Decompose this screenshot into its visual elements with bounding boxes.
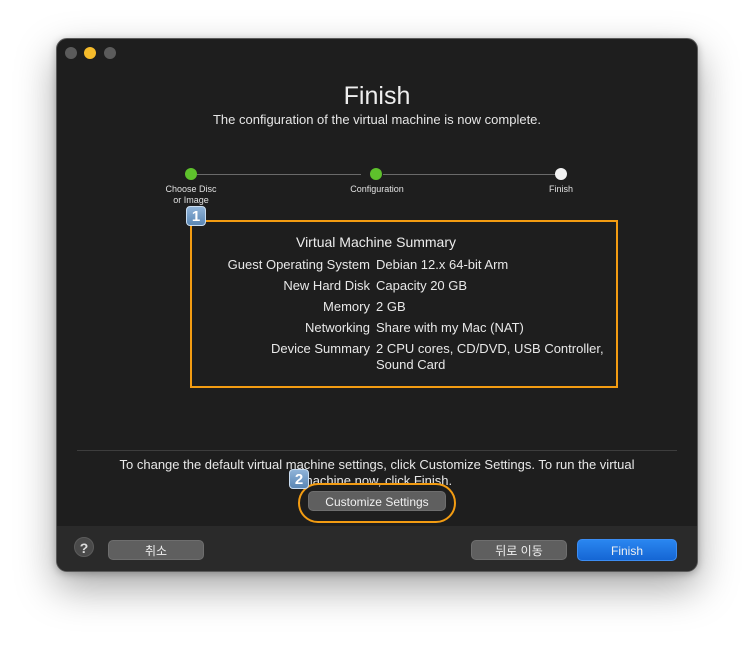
- help-icon[interactable]: ?: [74, 537, 94, 557]
- summary-label: Networking: [304, 320, 370, 335]
- cancel-button[interactable]: 취소: [108, 540, 204, 560]
- summary-label: Device Summary: [271, 341, 370, 356]
- back-button[interactable]: 뒤로 이동: [471, 540, 567, 560]
- finish-button[interactable]: Finish: [577, 539, 677, 561]
- window-close-button[interactable]: [65, 47, 77, 59]
- summary-value: 2 GB: [376, 299, 406, 314]
- page-subtitle: The configuration of the virtual machine…: [212, 112, 542, 127]
- summary-value: 2 CPU cores, CD/DVD, USB Controller, Sou…: [376, 341, 604, 372]
- window-zoom-button[interactable]: [104, 47, 116, 59]
- step-dot-finish: [555, 168, 567, 180]
- customize-settings-button[interactable]: Customize Settings: [308, 491, 446, 511]
- summary-value: Capacity 20 GB: [376, 278, 468, 293]
- page-title: Finish: [343, 82, 411, 110]
- step-connector: [197, 174, 361, 175]
- step-dot-choose-disc: [185, 168, 197, 180]
- summary-label: Guest Operating System: [227, 257, 370, 272]
- annotation-badge-2: 2: [289, 469, 309, 489]
- vm-wizard-window: Finish The configuration of the virtual …: [56, 38, 698, 572]
- window-minimize-button[interactable]: [84, 47, 96, 59]
- summary-label: New Hard Disk: [283, 278, 370, 293]
- summary-label: Memory: [323, 299, 370, 314]
- step-label-choose-disc: Choose Disc or Image: [165, 184, 217, 205]
- step-label-configuration: Configuration: [350, 184, 404, 194]
- step-label-finish: Finish: [548, 184, 573, 194]
- summary-heading: Virtual Machine Summary: [295, 234, 457, 250]
- content-divider: [77, 450, 677, 451]
- summary-value: Share with my Mac (NAT): [376, 320, 524, 335]
- summary-value: Debian 12.x 64-bit Arm: [376, 257, 509, 272]
- step-connector: [383, 174, 557, 175]
- annotation-badge-1: 1: [186, 206, 206, 226]
- step-dot-configuration: [370, 168, 382, 180]
